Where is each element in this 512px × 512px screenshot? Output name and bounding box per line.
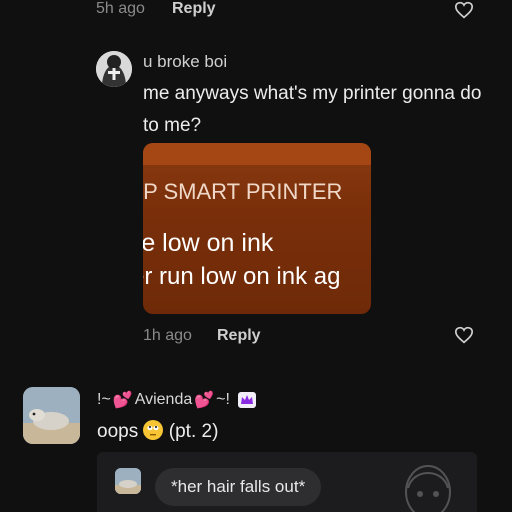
parent-comment-meta: 5h ago Reply [96,0,512,22]
username-core: Avienda [134,391,193,408]
username-prefix: !~ [97,391,111,408]
image-text-line: re low on ink [143,229,274,257]
comment-username[interactable]: u broke boi [143,52,227,72]
image-text-line: IP SMART PRINTER [143,179,343,204]
reply-comment-meta: 1h ago Reply [143,326,512,349]
image-header-bar [143,143,371,165]
timestamp: 5h ago [96,0,145,17]
timestamp: 1h ago [143,327,192,344]
comment-image[interactable]: IP SMART PRINTER re low on ink er run lo… [143,143,371,314]
nested-reply-preview[interactable]: *her hair falls out* [97,452,477,512]
comment-text-part: oops [97,421,139,442]
reply-button[interactable]: Reply [217,327,261,345]
avatar[interactable] [96,51,132,87]
username-suffix: ~! [216,391,230,408]
crown-badge-icon[interactable] [237,392,256,408]
comment-username[interactable]: !~ 💕 Avienda 💕 ~! [97,388,256,412]
comment-text: oops (pt. 2) [97,420,218,443]
two-hearts-icon: 💕 [112,392,133,409]
two-hearts-icon: 💕 [194,392,215,409]
eye-roll-emoji-icon [143,420,164,440]
avatar[interactable] [115,468,141,494]
anime-girl-sticker-icon [393,458,463,512]
comment-thread: 5h ago Reply u broke boi me anyways what… [0,0,512,512]
avatar[interactable] [23,387,80,444]
like-heart-icon[interactable] [454,326,474,344]
reply-button[interactable]: Reply [172,0,216,18]
image-text-line: er run low on ink ag [143,263,341,290]
like-heart-icon[interactable] [454,1,474,19]
nested-reply-bubble: *her hair falls out* [155,468,322,506]
comment-text-part: (pt. 2) [168,421,219,442]
comment-text: me anyways what's my printer gonna do to… [143,83,482,136]
